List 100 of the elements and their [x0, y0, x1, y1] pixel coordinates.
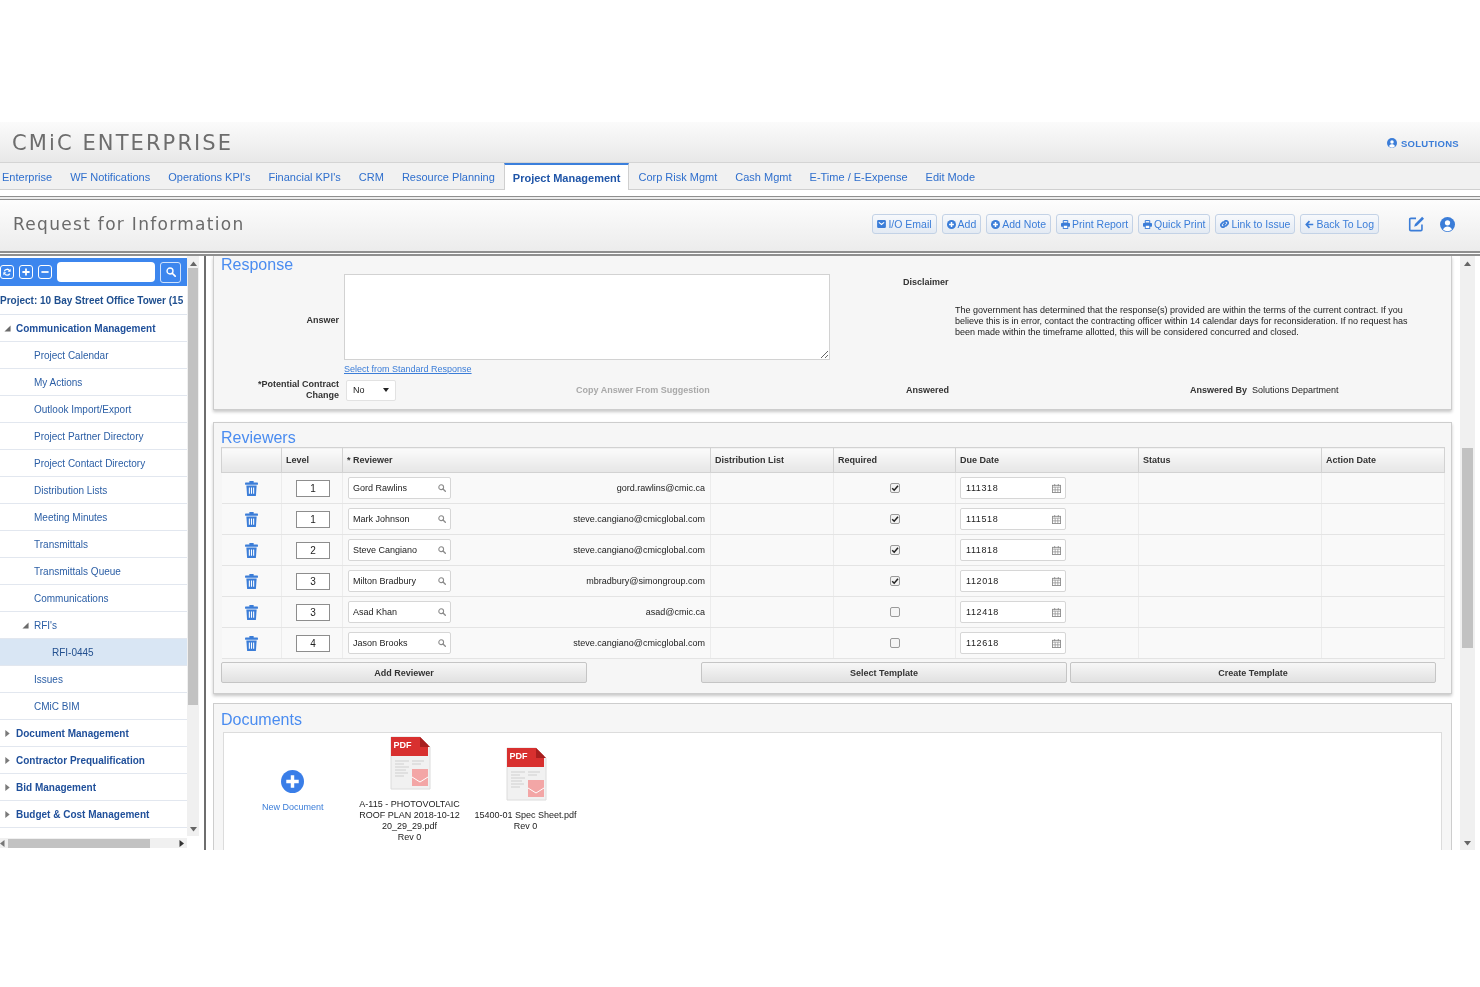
level-field[interactable]: 1: [296, 479, 330, 497]
search-icon[interactable]: [438, 577, 446, 585]
search-icon[interactable]: [438, 546, 446, 554]
toolbar-button[interactable]: Print Report: [1056, 214, 1134, 234]
search-icon: [165, 267, 176, 277]
toolbar-button[interactable]: Link to Issue: [1215, 214, 1296, 234]
search-icon[interactable]: [438, 515, 446, 523]
level-field[interactable]: 3: [296, 603, 330, 621]
expand-all-button[interactable]: [19, 265, 33, 279]
search-icon[interactable]: [438, 484, 446, 492]
toolbar-button[interactable]: Back To Log: [1300, 214, 1379, 234]
reviewer-field[interactable]: Steve Cangiano: [348, 539, 451, 561]
reviewer-field[interactable]: Jason Brooks: [348, 632, 451, 654]
required-checkbox[interactable]: [889, 638, 900, 648]
trash-icon[interactable]: [244, 542, 258, 558]
tree-item[interactable]: RFI-0445: [0, 639, 187, 666]
collapse-all-button[interactable]: [38, 265, 52, 279]
scrollbar-thumb[interactable]: [188, 268, 198, 705]
level-field[interactable]: 4: [296, 634, 330, 652]
nav-tab[interactable]: Corp Risk Mgmt: [629, 163, 727, 189]
trash-icon[interactable]: [244, 604, 258, 620]
scroll-down-icon[interactable]: [1464, 841, 1471, 846]
required-checkbox[interactable]: [889, 483, 900, 493]
trash-icon[interactable]: [244, 511, 258, 527]
required-checkbox[interactable]: [889, 545, 900, 555]
user-menu-link[interactable]: SOLUTIONS: [1386, 137, 1459, 149]
level-field[interactable]: 1: [296, 510, 330, 528]
scroll-right-icon[interactable]: [179, 839, 184, 847]
nav-tab[interactable]: Project Management: [503, 163, 630, 190]
calendar-icon[interactable]: [1052, 483, 1061, 493]
search-field[interactable]: [57, 262, 155, 282]
document-page-icon[interactable]: [503, 746, 548, 802]
user-icon[interactable]: [1440, 216, 1455, 232]
required-checkbox[interactable]: [889, 576, 900, 586]
standard-response-link[interactable]: Select from Standard Response: [344, 364, 472, 374]
date-field[interactable]: 111818: [960, 539, 1066, 561]
reviewer-field[interactable]: Milton Bradbury: [348, 570, 451, 592]
date-field[interactable]: 112018: [960, 570, 1066, 592]
nav-tab[interactable]: E-Time / E-Expense: [800, 163, 917, 189]
collapsed-triangle-icon[interactable]: [4, 810, 11, 818]
collapsed-triangle-icon[interactable]: [4, 756, 11, 764]
toolbar-button[interactable]: I/O Email: [872, 214, 937, 234]
expanded-triangle-icon[interactable]: [4, 324, 11, 332]
plus-circle-icon: [991, 219, 1001, 229]
nav-tab[interactable]: CRM: [349, 163, 393, 189]
nav-tab[interactable]: Operations KPI's: [159, 163, 260, 189]
vertical-scrollbar[interactable]: [1460, 256, 1475, 850]
search-icon[interactable]: [438, 639, 446, 647]
scroll-up-icon[interactable]: [1464, 261, 1471, 266]
level-field[interactable]: 3: [296, 572, 330, 590]
calendar-icon[interactable]: [1052, 514, 1061, 524]
nav-tab[interactable]: Resource Planning: [392, 163, 504, 189]
new-document-button[interactable]: New Document: [262, 770, 324, 812]
trash-icon[interactable]: [244, 573, 258, 589]
scroll-up-icon[interactable]: [189, 261, 197, 266]
action-button[interactable]: Add Reviewer: [221, 662, 587, 683]
action-button[interactable]: Create Template: [1070, 662, 1436, 683]
toolbar-button[interactable]: Add: [941, 214, 982, 234]
reviewer-field[interactable]: Gord Rawlins: [348, 477, 451, 499]
scrollbar-thumb[interactable]: [1462, 448, 1473, 648]
scroll-left-icon[interactable]: [0, 839, 5, 847]
level-field[interactable]: 2: [296, 541, 330, 559]
nav-tab[interactable]: Enterprise: [0, 163, 62, 189]
calendar-icon[interactable]: [1052, 545, 1061, 555]
contract-change-dropdown[interactable]: No: [346, 379, 396, 401]
horizontal-scrollbar[interactable]: [0, 838, 187, 848]
trash-icon[interactable]: [244, 480, 258, 496]
vertical-scrollbar[interactable]: [187, 256, 199, 836]
file-name-link[interactable]: 15400-01 Spec Sheet.pdf: [474, 810, 577, 821]
nav-tab[interactable]: Cash Mgmt: [726, 163, 801, 189]
toolbar-button[interactable]: Quick Print: [1138, 214, 1211, 234]
required-checkbox[interactable]: [889, 514, 900, 524]
expanded-triangle-icon[interactable]: [22, 621, 29, 629]
refresh-button[interactable]: [0, 265, 14, 279]
nav-tab[interactable]: Financial KPI's: [259, 163, 350, 189]
calendar-icon[interactable]: [1052, 607, 1061, 617]
date-field[interactable]: 112418: [960, 601, 1066, 623]
collapsed-triangle-icon[interactable]: [4, 729, 11, 737]
date-field[interactable]: 111518: [960, 508, 1066, 530]
file-name-link[interactable]: A-115 - PHOTOVOLTAIC ROOF PLAN 2018-10-12 20_29_29.pdf: [353, 799, 466, 832]
collapsed-triangle-icon[interactable]: [4, 783, 11, 791]
nav-tab[interactable]: Edit Mode: [916, 163, 985, 189]
action-button[interactable]: Select Template: [701, 662, 1067, 683]
toolbar-button[interactable]: Add Note: [986, 214, 1052, 234]
trash-icon[interactable]: [244, 635, 258, 651]
calendar-icon[interactable]: [1052, 638, 1061, 648]
nav-tab[interactable]: WF Notifications: [61, 163, 160, 189]
scrollbar-thumb[interactable]: [8, 838, 150, 848]
search-button[interactable]: [160, 261, 181, 283]
required-checkbox[interactable]: [889, 607, 900, 617]
date-field[interactable]: 112618: [960, 632, 1066, 654]
search-icon[interactable]: [438, 608, 446, 616]
date-field[interactable]: 111318: [960, 477, 1066, 499]
calendar-icon[interactable]: [1052, 576, 1061, 586]
document-page-icon[interactable]: [387, 735, 432, 791]
reviewer-field[interactable]: Asad Khan: [348, 601, 451, 623]
answer-field[interactable]: [344, 274, 830, 360]
edit-icon[interactable]: [1408, 216, 1425, 232]
reviewer-field[interactable]: Mark Johnson: [348, 508, 451, 530]
scroll-down-icon[interactable]: [189, 827, 197, 832]
